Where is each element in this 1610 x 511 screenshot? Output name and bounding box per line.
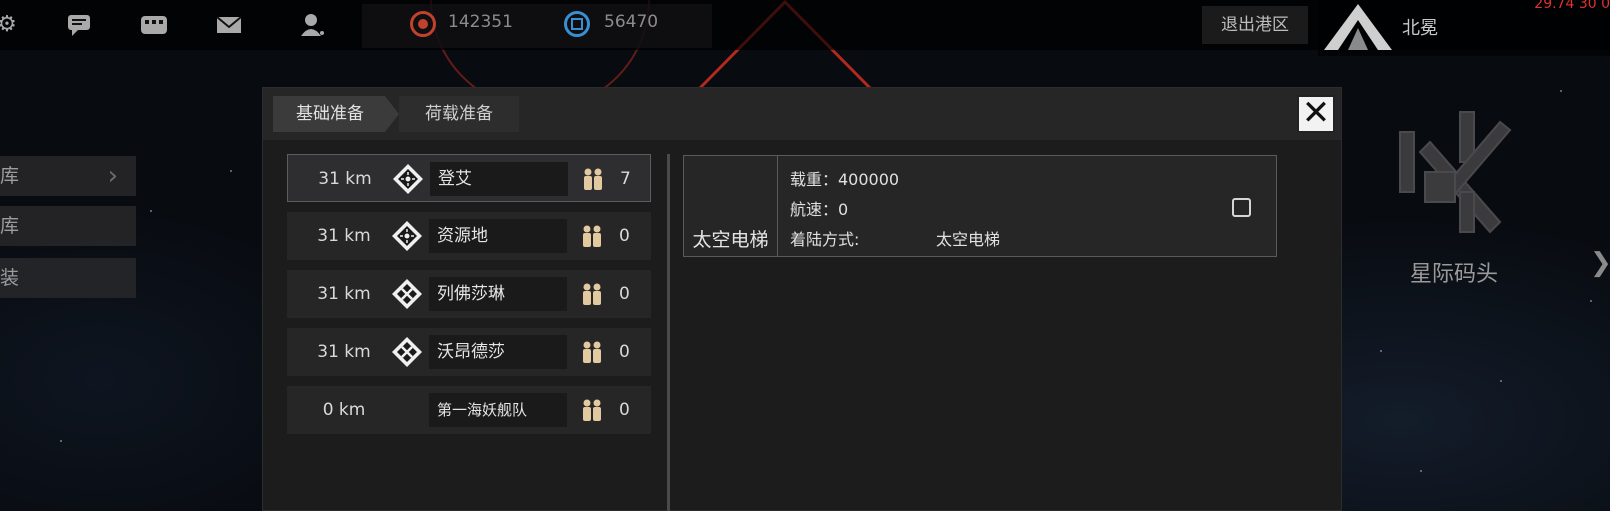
left-menu-item-2[interactable]: 库 (0, 206, 136, 246)
crew-count: 0 (619, 226, 630, 246)
planet-diamond-x-icon (392, 279, 422, 309)
planet-diamond-icon (392, 221, 422, 251)
exit-port-button[interactable]: 退出港区 (1202, 6, 1308, 44)
planet-diamond-icon (393, 164, 423, 194)
people-icon (583, 341, 601, 363)
list-item[interactable]: 31 km 列佛莎琳 0 (287, 270, 651, 318)
crew-count: 0 (619, 284, 630, 304)
list-item[interactable]: 31 km 沃昂德莎 0 (287, 328, 651, 376)
distance-label: 31 km (317, 284, 371, 304)
player-name: 北冕 (1402, 18, 1438, 39)
interstellar-dock-label[interactable]: 星际码头 (1410, 256, 1498, 288)
load-stat: 载重：400000 (790, 170, 900, 189)
chat-icon[interactable] (66, 12, 92, 38)
gear-icon[interactable]: ⚙ (0, 12, 20, 38)
people-icon (583, 283, 601, 305)
coordinate-readout: 29.74 30 0 (1534, 0, 1610, 12)
chevron-right-icon[interactable]: ❯ (1590, 248, 1610, 278)
speed-stat: 航速：0 (790, 200, 849, 219)
distance-label: 31 km (318, 169, 372, 189)
dialog-header: 基础准备 荷载准备 ✕ (263, 88, 1341, 140)
crew-count: 0 (619, 342, 630, 362)
destination-name: 第一海妖舰队 (437, 401, 528, 419)
destination-name: 登艾 (438, 169, 472, 189)
planet-diamond-x-icon (392, 337, 422, 367)
crystal-resource-value: 56470 (604, 12, 659, 32)
crew-count: 0 (619, 400, 630, 420)
left-menu-label: 库 (0, 165, 20, 187)
fuel-resource-value: 142351 (448, 12, 513, 32)
destination-name: 沃昂德莎 (437, 342, 505, 362)
mail-icon[interactable] (216, 12, 242, 38)
left-menu-label: 装 (0, 267, 20, 289)
distance-label: 31 km (317, 226, 371, 246)
chevron-right-icon: › (107, 161, 118, 191)
left-menu-label: 库 (0, 215, 20, 237)
tab-basic-preparation[interactable]: 基础准备 (273, 96, 399, 132)
profile-icon[interactable] (300, 12, 326, 38)
close-button[interactable]: ✕ (1297, 95, 1335, 133)
list-item[interactable]: 0 km 第一海妖舰队 0 (287, 386, 651, 434)
left-menu-item-1[interactable]: 库 › (0, 156, 136, 196)
ship-select-checkbox[interactable] (1232, 198, 1251, 217)
people-icon (583, 225, 601, 247)
distance-label: 0 km (322, 400, 366, 420)
destination-name: 资源地 (437, 226, 488, 246)
faction-logo-icon (1324, 4, 1392, 50)
landing-method-value: 太空电梯 (936, 230, 1001, 249)
launch-preparation-dialog: 基础准备 荷载准备 ✕ 31 km 登艾 7 31 km 资源地 0 31 km… (262, 87, 1342, 511)
landing-method-label: 着陆方式: (790, 230, 860, 249)
list-item[interactable]: 31 km 登艾 7 (287, 154, 651, 202)
list-item[interactable]: 31 km 资源地 0 (287, 212, 651, 260)
people-icon (583, 399, 601, 421)
people-icon (584, 168, 602, 190)
ship-name: 太空电梯 (684, 156, 778, 256)
crew-count: 7 (620, 169, 631, 189)
destination-name: 列佛莎琳 (437, 284, 505, 304)
distance-label: 31 km (317, 342, 371, 362)
tab-load-preparation[interactable]: 荷载准备 (399, 96, 519, 132)
fuel-resource-icon (410, 11, 436, 37)
left-menu-item-3[interactable]: 装 (0, 258, 136, 298)
panel-divider (667, 154, 670, 511)
crystal-resource-icon (564, 11, 590, 37)
messages-icon[interactable] (140, 12, 167, 38)
ship-card[interactable]: 太空电梯 载重：400000 航速：0 着陆方式: 太空电梯 (683, 155, 1277, 257)
